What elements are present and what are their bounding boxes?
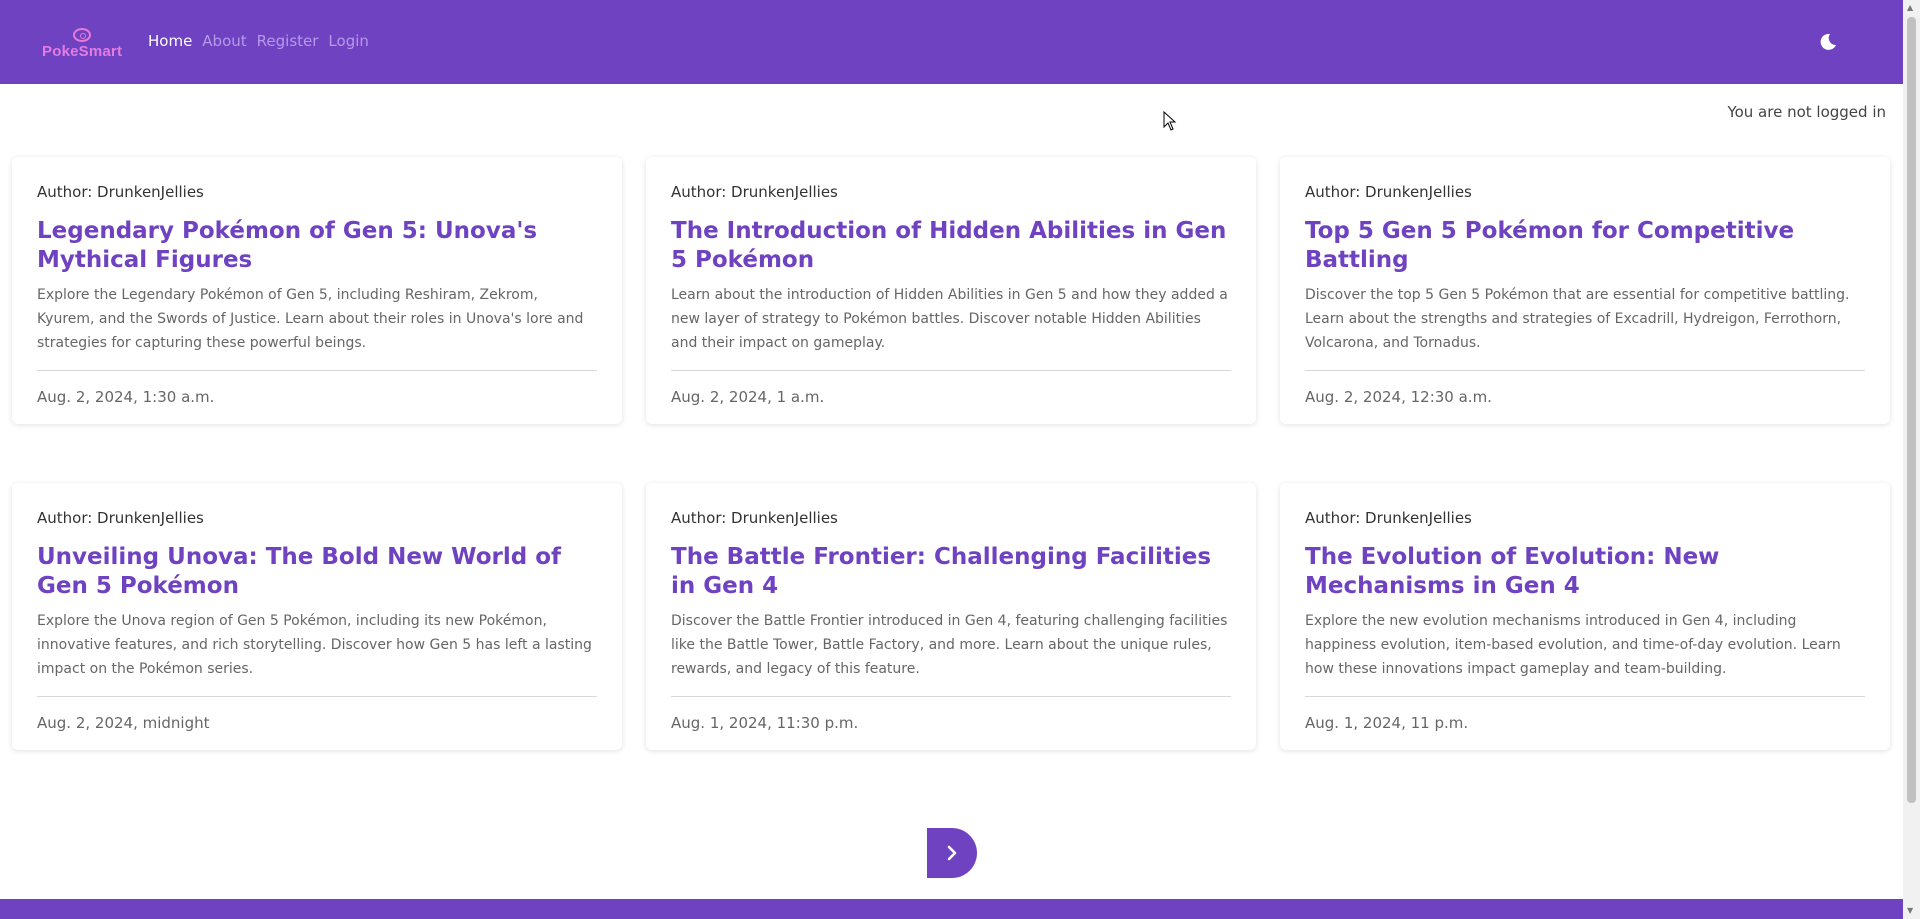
- post-date: Aug. 1, 2024, 11:30 p.m.: [671, 714, 859, 732]
- post-title-link[interactable]: The Introduction of Hidden Abilities in …: [671, 217, 1231, 275]
- post-author: Author: DrunkenJellies: [37, 509, 204, 527]
- post-card: Author: DrunkenJellies Top 5 Gen 5 Pokém…: [1280, 157, 1890, 424]
- brand-name: PokeSmart: [42, 43, 123, 60]
- divider: [37, 370, 597, 371]
- scroll-up-icon[interactable]: ▲: [1907, 3, 1913, 12]
- scroll-down-icon[interactable]: ▼: [1907, 906, 1913, 915]
- post-date: Aug. 2, 2024, 1 a.m.: [671, 388, 825, 406]
- chevron-right-icon: [947, 845, 957, 861]
- navbar: PokeSmart Home About Register Login: [0, 0, 1903, 84]
- nav-link-home[interactable]: Home: [148, 32, 192, 50]
- post-description: Discover the top 5 Gen 5 Pokémon that ar…: [1305, 287, 1850, 351]
- post-card: Author: DrunkenJellies The Battle Fronti…: [646, 483, 1256, 750]
- divider: [671, 696, 1231, 697]
- nav-link-about[interactable]: About: [202, 32, 246, 50]
- post-card: Author: DrunkenJellies The Introduction …: [646, 157, 1256, 424]
- divider: [671, 370, 1231, 371]
- post-author: Author: DrunkenJellies: [671, 509, 838, 527]
- post-date: Aug. 2, 2024, 1:30 a.m.: [37, 388, 215, 406]
- post-title-link[interactable]: The Battle Frontier: Challenging Facilit…: [671, 543, 1231, 601]
- post-date: Aug. 1, 2024, 11 p.m.: [1305, 714, 1469, 732]
- footer: [0, 899, 1903, 919]
- moon-icon: [1820, 33, 1836, 50]
- vertical-scrollbar[interactable]: ▲ ▼: [1903, 0, 1920, 919]
- post-date: Aug. 2, 2024, 12:30 a.m.: [1305, 388, 1492, 406]
- post-description: Learn about the introduction of Hidden A…: [671, 287, 1228, 351]
- post-title-link[interactable]: Legendary Pokémon of Gen 5: Unova's Myth…: [37, 217, 597, 275]
- post-author: Author: DrunkenJellies: [671, 183, 838, 201]
- nav-links: Home About Register Login: [148, 32, 369, 50]
- post-card: Author: DrunkenJellies The Evolution of …: [1280, 483, 1890, 750]
- post-description: Discover the Battle Frontier introduced …: [671, 613, 1228, 677]
- mouse-cursor-icon: [1163, 111, 1177, 131]
- post-author: Author: DrunkenJellies: [37, 183, 204, 201]
- divider: [1305, 370, 1865, 371]
- divider: [1305, 696, 1865, 697]
- nav-link-register[interactable]: Register: [257, 32, 319, 50]
- post-author: Author: DrunkenJellies: [1305, 183, 1472, 201]
- post-description: Explore the Unova region of Gen 5 Pokémo…: [37, 613, 592, 677]
- scrollbar-thumb[interactable]: [1907, 17, 1916, 803]
- post-author: Author: DrunkenJellies: [1305, 509, 1472, 527]
- nav-link-login[interactable]: Login: [328, 32, 368, 50]
- next-page-button[interactable]: [927, 828, 977, 878]
- login-status: You are not logged in: [1727, 103, 1886, 121]
- post-title-link[interactable]: The Evolution of Evolution: New Mechanis…: [1305, 543, 1865, 601]
- divider: [37, 696, 597, 697]
- brand-logo[interactable]: PokeSmart: [42, 28, 122, 60]
- post-card: Author: DrunkenJellies Unveiling Unova: …: [12, 483, 622, 750]
- theme-toggle-button[interactable]: [1816, 30, 1840, 54]
- post-date: Aug. 2, 2024, midnight: [37, 714, 210, 732]
- post-description: Explore the new evolution mechanisms int…: [1305, 613, 1841, 677]
- post-card: Author: DrunkenJellies Legendary Pokémon…: [12, 157, 622, 424]
- post-description: Explore the Legendary Pokémon of Gen 5, …: [37, 287, 584, 351]
- post-title-link[interactable]: Unveiling Unova: The Bold New World of G…: [37, 543, 597, 601]
- post-title-link[interactable]: Top 5 Gen 5 Pokémon for Competitive Batt…: [1305, 217, 1865, 275]
- pokeball-icon: [73, 28, 92, 42]
